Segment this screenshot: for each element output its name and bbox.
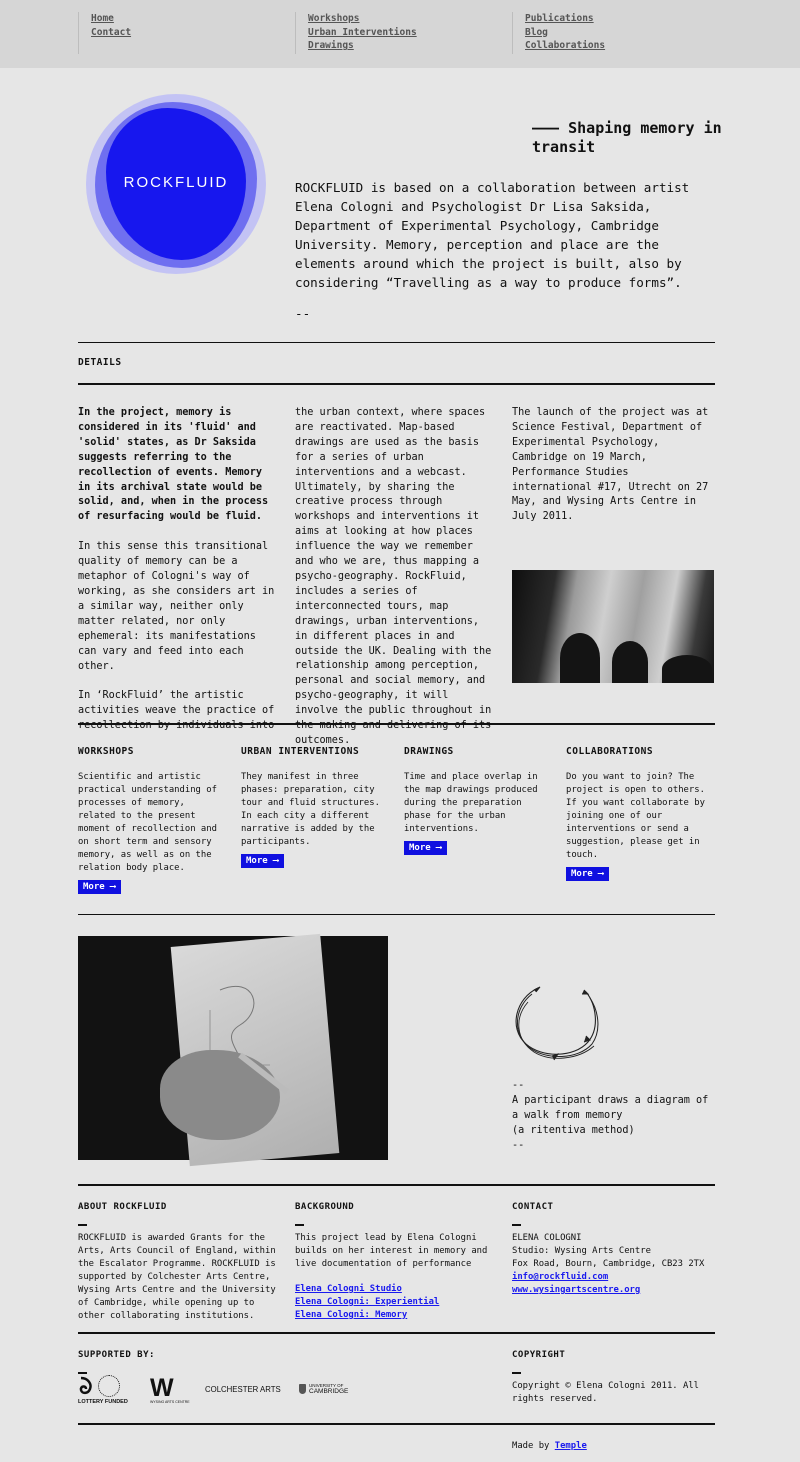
feature-urban-interventions: URBAN INTERVENTIONS They manifest in thr… [241, 746, 386, 849]
intro-dash: -- [295, 306, 311, 321]
divider [78, 342, 715, 343]
details-paragraph: In ‘RockFluid’ the artistic activities w… [78, 690, 275, 732]
logo-text: ROCKFLUID [123, 174, 229, 191]
caption-text: A participant draws a diagram of a walk … [512, 1095, 709, 1121]
nav-link-workshops[interactable]: Workshops [308, 12, 417, 26]
footer-copyright: COPYRIGHT Copyright © Elena Cologni 2011… [512, 1349, 717, 1406]
contact-address: Fox Road, Bourn, Cambridge, CB23 2TX [512, 1259, 705, 1269]
caption-method: (a ritentiva method) [512, 1125, 635, 1136]
details-lead: In the project, memory is considered in … [78, 407, 269, 523]
nav-link-collaborations[interactable]: Collaborations [525, 39, 605, 53]
colchester-arts-logo: COLCHESTER ARTS [205, 1385, 281, 1394]
nav-link-home[interactable]: Home [91, 12, 131, 26]
audience-silhouette [560, 633, 600, 683]
copyright-text: Copyright © Elena Cologni 2011. All righ… [512, 1381, 700, 1404]
footer-heading: COPYRIGHT [512, 1350, 566, 1360]
contact-name: ELENA COLOGNI [512, 1233, 582, 1243]
heading-bar [78, 1224, 87, 1226]
lottery-funded-text: LOTTERY FUNDED [78, 1399, 128, 1405]
divider [78, 723, 715, 725]
caption-dash: -- [512, 1080, 525, 1091]
intro-paragraph: ROCKFLUID is based on a collaboration be… [295, 180, 690, 290]
feature-workshops: WORKSHOPS Scientific and artistic practi… [78, 746, 223, 875]
nav-link-publications[interactable]: Publications [525, 12, 605, 26]
details-column-1: In the project, memory is considered in … [78, 406, 278, 749]
wysing-logo-text: WYSING ARTS CENTRE [150, 1400, 190, 1404]
nav-link-blog[interactable]: Blog [525, 26, 605, 40]
nav-column-projects: Workshops Urban Interventions Drawings [295, 12, 417, 54]
feature-text: They manifest in three phases: preparati… [241, 772, 380, 847]
details-column-2: the urban context, where spaces are reac… [295, 406, 495, 764]
details-paragraph: The launch of the project was at Science… [512, 407, 709, 523]
details-paragraph: In this sense this transitional quality … [78, 541, 275, 672]
footer-text: This project lead by Elena Cologni build… [295, 1233, 488, 1269]
heading-bar [512, 1224, 521, 1226]
link-elena-cologni-experiential[interactable]: Elena Cologni: Experiential [295, 1296, 500, 1309]
heading-bar [78, 1372, 87, 1374]
feature-collaborations: COLLABORATIONS Do you want to join? The … [566, 746, 711, 862]
feature-drawings: DRAWINGS Time and place overlap in the m… [404, 746, 549, 836]
made-by: Made by Temple [512, 1440, 717, 1453]
footer-heading: ABOUT ROCKFLUID [78, 1202, 167, 1212]
heading-bar [512, 1372, 521, 1374]
contact-email-link[interactable]: info@rockfluid.com [512, 1271, 717, 1284]
nav-column-more: Publications Blog Collaborations [512, 12, 605, 54]
heading-bar [295, 1224, 304, 1226]
details-heading: DETAILS [78, 357, 122, 368]
feature-title: WORKSHOPS [78, 746, 134, 757]
divider [78, 1423, 715, 1425]
workshops-more-button[interactable]: More ⟶ [78, 880, 121, 894]
cambridge-logo: CAMBRIDGE [309, 1388, 349, 1395]
feature-title: COLLABORATIONS [566, 746, 654, 757]
made-by-label: Made by [512, 1441, 550, 1451]
lottery-fingers-icon [79, 1376, 92, 1395]
contact-website-link[interactable]: www.wysingartscentre.org [512, 1284, 717, 1297]
urban-interventions-more-button[interactable]: More ⟶ [241, 854, 284, 868]
audience-silhouette [662, 655, 712, 683]
footer-heading: BACKGROUND [295, 1202, 355, 1212]
nav-column-main: Home Contact [78, 12, 131, 54]
feature-title: URBAN INTERVENTIONS [241, 746, 360, 757]
hand-shape [160, 1050, 280, 1140]
divider [78, 914, 715, 915]
memory-walk-diagram-icon [515, 986, 599, 1061]
arts-council-logo [98, 1375, 120, 1397]
collaborations-more-button[interactable]: More ⟶ [566, 867, 609, 881]
divider [78, 383, 715, 385]
footer-heading: CONTACT [512, 1202, 554, 1212]
tagline: ——— Shaping memory in transit [532, 119, 752, 157]
link-elena-cologni-memory[interactable]: Elena Cologni: Memory [295, 1309, 500, 1322]
footer-contact: CONTACT ELENA COLOGNI Studio: Wysing Art… [512, 1201, 717, 1297]
nav-link-contact[interactable]: Contact [91, 26, 131, 40]
contact-studio: Studio: Wysing Arts Centre [512, 1246, 651, 1256]
feature-text: Time and place overlap in the map drawin… [404, 772, 538, 834]
nav-link-drawings[interactable]: Drawings [308, 39, 417, 53]
top-navigation: Home Contact Workshops Urban Interventio… [0, 0, 800, 68]
feature-text: Do you want to join? The project is open… [566, 772, 705, 860]
footer-text: ROCKFLUID is awarded Grants for the Arts… [78, 1233, 276, 1321]
feature-title: DRAWINGS [404, 746, 454, 757]
footer-heading: SUPPORTED BY: [78, 1350, 155, 1360]
footer-background: BACKGROUND This project lead by Elena Co… [295, 1201, 500, 1322]
projection-photo [512, 570, 714, 683]
wysing-logo: W [150, 1374, 174, 1402]
link-elena-cologni-studio[interactable]: Elena Cologni Studio [295, 1283, 500, 1296]
drawings-more-button[interactable]: More ⟶ [404, 841, 447, 855]
photo-caption: -- A participant draws a diagram of a wa… [512, 1078, 712, 1153]
details-paragraph: the urban context, where spaces are reac… [295, 407, 492, 746]
temple-link[interactable]: Temple [555, 1441, 587, 1451]
footer-about: ABOUT ROCKFLUID ROCKFLUID is awarded Gra… [78, 1201, 283, 1323]
divider [78, 1332, 715, 1334]
caption-dash: -- [512, 1140, 525, 1151]
divider [78, 1184, 715, 1186]
cambridge-shield-icon [299, 1384, 306, 1394]
tagline-dash: ——— [532, 119, 560, 137]
details-column-3: The launch of the project was at Science… [512, 406, 712, 540]
tagline-text: Shaping memory in transit [532, 119, 722, 156]
audience-silhouette [612, 641, 648, 683]
nav-link-urban-interventions[interactable]: Urban Interventions [308, 26, 417, 40]
feature-text: Scientific and artistic practical unders… [78, 772, 217, 873]
